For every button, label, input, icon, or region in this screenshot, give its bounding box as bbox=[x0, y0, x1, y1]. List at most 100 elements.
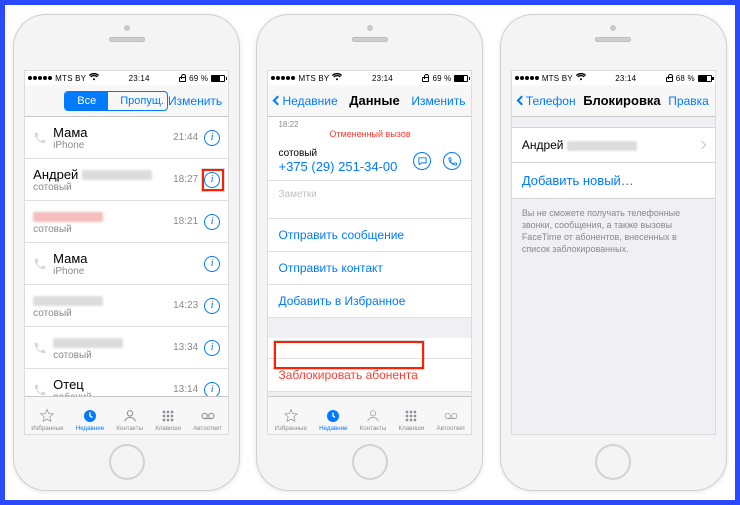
call-row[interactable]: Андрей сотовый 18:27 i bbox=[25, 159, 228, 201]
blurred-name bbox=[33, 296, 103, 306]
clock-label: 23:14 bbox=[129, 74, 150, 83]
row-name bbox=[33, 209, 173, 224]
contact-icon bbox=[121, 408, 139, 424]
info-icon[interactable]: i bbox=[204, 298, 220, 314]
outgoing-icon bbox=[33, 383, 47, 397]
info-icon[interactable]: i bbox=[204, 172, 220, 188]
segmented-control[interactable]: Все Пропущ. bbox=[64, 91, 168, 111]
call-row[interactable]: Мама iPhone i bbox=[25, 243, 228, 285]
voicemail-icon bbox=[442, 408, 460, 424]
row-name: Андрей bbox=[33, 167, 173, 182]
back-button[interactable]: Недавние bbox=[274, 94, 337, 108]
canceled-call-label: Отмененный вызов bbox=[268, 129, 471, 142]
tab-label: Избранные bbox=[31, 425, 63, 432]
phone-1: MTS BY 23:14 69 % Все Пропущ. Изменить bbox=[14, 15, 239, 490]
segment-all[interactable]: Все bbox=[65, 92, 108, 110]
status-bar: MTS BY 23:14 69 % bbox=[25, 71, 228, 85]
call-row[interactable]: Мама iPhone 21:44 i bbox=[25, 117, 228, 159]
row-name bbox=[53, 335, 173, 350]
row-small-time: 18:22 bbox=[268, 117, 471, 129]
outgoing-icon bbox=[33, 341, 47, 355]
call-row[interactable]: сотовый 14:23 i bbox=[25, 285, 228, 327]
phone-2: MTS BY 23:14 69 % Недавние Данные Измени… bbox=[257, 15, 482, 490]
blocked-contact-row[interactable]: Андрей bbox=[512, 127, 715, 163]
tab-recents[interactable]: Недавние bbox=[76, 408, 104, 432]
send-message-button[interactable]: Отправить сообщение bbox=[268, 218, 471, 252]
battery-pct: 68 % bbox=[676, 74, 695, 83]
blurred-name bbox=[33, 212, 103, 222]
home-button[interactable] bbox=[352, 444, 388, 480]
tab-contacts[interactable]: Контакты bbox=[360, 408, 387, 432]
lock-icon bbox=[179, 77, 186, 82]
home-button[interactable] bbox=[109, 444, 145, 480]
share-contact-button[interactable]: Отправить контакт bbox=[268, 252, 471, 285]
battery-pct: 69 % bbox=[189, 74, 208, 83]
info-icon[interactable]: i bbox=[204, 130, 220, 146]
info-icon[interactable]: i bbox=[204, 382, 220, 397]
add-to-favorites-button[interactable]: Добавить в Избранное bbox=[268, 285, 471, 318]
page-title: Данные bbox=[338, 93, 412, 108]
block-caller-button[interactable]: Заблокировать абонента bbox=[268, 358, 471, 392]
tab-recents[interactable]: Недавние bbox=[319, 408, 347, 432]
signal-dots-icon bbox=[28, 76, 52, 80]
speaker-slot bbox=[595, 37, 631, 42]
phone-3: MTS BY 23:14 68 % Телефон Блокировка Пра… bbox=[501, 15, 726, 490]
tab-keypad[interactable]: Клавиши bbox=[399, 408, 425, 432]
tab-label: Контакты bbox=[116, 425, 143, 432]
clock-icon bbox=[324, 408, 342, 424]
message-icon[interactable] bbox=[413, 152, 431, 170]
nav-bar: Недавние Данные Изменить bbox=[268, 85, 471, 117]
tab-favorites[interactable]: Избранные bbox=[31, 408, 63, 432]
outgoing-icon bbox=[33, 257, 47, 271]
call-icon[interactable] bbox=[443, 152, 461, 170]
lock-icon bbox=[666, 77, 673, 82]
row-time: 18:21 bbox=[173, 216, 198, 227]
call-row[interactable]: сотовый 18:21 i bbox=[25, 201, 228, 243]
star-icon bbox=[282, 408, 300, 424]
segment-missed[interactable]: Пропущ. bbox=[108, 92, 168, 110]
clock-label: 23:14 bbox=[615, 74, 636, 83]
contact-icon bbox=[364, 408, 382, 424]
tab-label: Клавиши bbox=[155, 425, 181, 432]
home-button[interactable] bbox=[595, 444, 631, 480]
info-icon[interactable]: i bbox=[204, 214, 220, 230]
row-name: Мама bbox=[53, 125, 173, 140]
tab-label: Автоответ bbox=[436, 425, 465, 432]
battery-pct: 69 % bbox=[432, 74, 451, 83]
tab-label: Недавние bbox=[76, 425, 104, 432]
tab-voicemail[interactable]: Автоответ bbox=[193, 408, 222, 432]
carrier-label: MTS BY bbox=[542, 74, 573, 83]
notes-field[interactable]: Заметки bbox=[268, 181, 471, 218]
edit-button[interactable]: Изменить bbox=[411, 94, 465, 108]
back-button[interactable]: Телефон bbox=[518, 94, 576, 108]
chevron-left-icon bbox=[273, 96, 283, 106]
info-icon[interactable]: i bbox=[204, 340, 220, 356]
tab-contacts[interactable]: Контакты bbox=[116, 408, 143, 432]
edit-button[interactable]: Правка bbox=[668, 94, 709, 108]
call-row[interactable]: сотовый 13:34 i bbox=[25, 327, 228, 369]
blurred-name bbox=[53, 338, 123, 348]
battery-icon bbox=[211, 75, 225, 82]
tab-voicemail[interactable]: Автоответ bbox=[436, 408, 465, 432]
tab-label: Контакты bbox=[360, 425, 387, 432]
row-name: Мама bbox=[53, 251, 198, 266]
recents-list[interactable]: Мама iPhone 21:44 i Андрей сотовый 18:27… bbox=[25, 117, 228, 396]
row-sub: сотовый bbox=[53, 350, 173, 361]
tab-bar: Избранные Недавние Контакты Клавиши Авто… bbox=[268, 396, 471, 434]
edit-button[interactable]: Изменить bbox=[168, 94, 222, 108]
wifi-icon bbox=[89, 73, 99, 83]
row-sub: рабочий bbox=[53, 392, 173, 397]
lock-icon bbox=[422, 77, 429, 82]
carrier-label: MTS BY bbox=[55, 74, 86, 83]
tab-label: Избранные bbox=[275, 425, 307, 432]
call-row[interactable]: Отец рабочий 13:14 i bbox=[25, 369, 228, 396]
phone-number-row[interactable]: сотовый +375 (29) 251-34-00 bbox=[268, 142, 471, 181]
tab-favorites[interactable]: Избранные bbox=[275, 408, 307, 432]
tab-label: Автоответ bbox=[193, 425, 222, 432]
add-new-button[interactable]: Добавить новый… bbox=[512, 163, 715, 199]
tab-keypad[interactable]: Клавиши bbox=[155, 408, 181, 432]
back-label: Недавние bbox=[282, 94, 337, 108]
info-icon[interactable]: i bbox=[204, 256, 220, 272]
status-bar: MTS BY 23:14 68 % bbox=[512, 71, 715, 85]
carrier-label: MTS BY bbox=[298, 74, 329, 83]
